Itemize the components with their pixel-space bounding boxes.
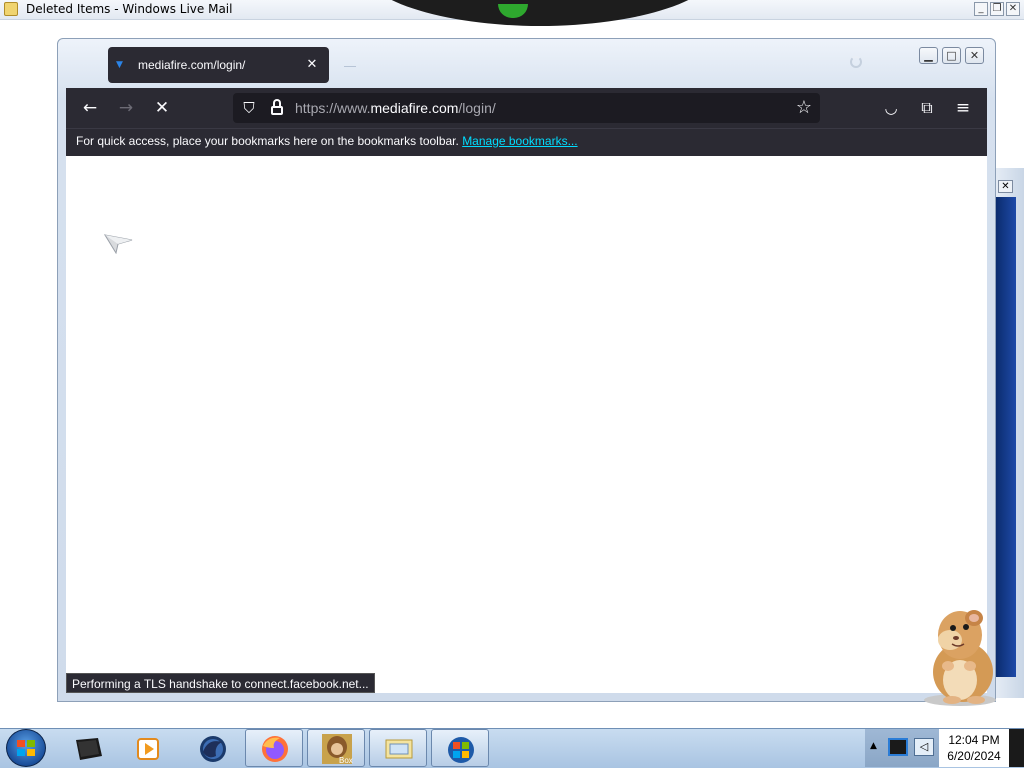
taskbar-bonzi-box[interactable]: Box	[307, 729, 365, 767]
url-prefix: https://www.	[295, 100, 371, 116]
forward-arrow-icon[interactable]: →	[112, 95, 140, 121]
terminal-icon	[76, 738, 102, 760]
media-player-icon	[137, 738, 159, 760]
mouse-cursor-icon	[104, 234, 133, 254]
minimize-icon[interactable]: _	[974, 2, 988, 16]
taskbar-windows[interactable]	[431, 729, 489, 767]
bookmark-star-icon[interactable]: ☆	[792, 96, 816, 120]
url-text[interactable]: https://www.mediafire.com/login/	[295, 100, 496, 116]
network-icon[interactable]	[888, 738, 908, 756]
clock[interactable]: 12:04 PM 6/20/2024	[939, 729, 1009, 767]
windows-live-mail-icon	[4, 2, 18, 16]
window-maximize-button[interactable]: □	[942, 47, 961, 64]
clock-date: 6/20/2024	[947, 749, 1001, 763]
back-arrow-icon[interactable]: ←	[76, 95, 104, 121]
pocket-icon[interactable]: ◡	[880, 96, 902, 120]
status-bar: Performing a TLS handshake to connect.fa…	[66, 673, 375, 693]
url-path: /login/	[458, 100, 496, 116]
url-host: mediafire.com	[370, 100, 459, 116]
mail-icon	[385, 739, 413, 759]
bookmarks-toolbar-message: For quick access, place your bookmarks h…	[76, 134, 578, 148]
hamburger-menu-icon[interactable]: ≡	[952, 96, 974, 120]
clock-time: 12:04 PM	[948, 733, 1000, 747]
close-icon[interactable]: ✕	[1006, 2, 1020, 16]
manage-bookmarks-link[interactable]: Manage bookmarks...	[462, 134, 577, 148]
tab-close-icon[interactable]: ✕	[304, 57, 320, 73]
taskbar-terminal[interactable]	[60, 729, 118, 767]
stop-loading-icon[interactable]: ✕	[148, 95, 176, 121]
taskbar-firefox-old[interactable]	[184, 729, 242, 767]
hamster-mascot[interactable]	[918, 600, 1008, 710]
show-desktop-button[interactable]	[1009, 729, 1024, 767]
bonzi-box-icon: Box	[322, 734, 353, 765]
firefox-old-icon	[200, 736, 226, 762]
page-content	[66, 156, 987, 693]
side-window-close-icon[interactable]: ✕	[998, 180, 1013, 193]
tab-title: mediafire.com/login/	[138, 58, 246, 72]
window-minimize-button[interactable]: ▁	[919, 47, 938, 64]
volume-icon[interactable]: ◁	[914, 738, 934, 756]
window-close-button[interactable]: ✕	[965, 47, 984, 64]
firefox-icon	[262, 736, 288, 762]
tracking-protection-shield-icon[interactable]: ⛉	[240, 98, 258, 118]
lock-body	[271, 106, 283, 115]
taskbar-mail[interactable]	[369, 729, 427, 767]
new-tab-placeholder[interactable]	[344, 66, 356, 67]
background-window-title: Deleted Items - Windows Live Mail	[26, 2, 233, 16]
extensions-puzzle-icon[interactable]: ⧉	[916, 96, 938, 120]
tray-expand-icon[interactable]: ▲	[870, 741, 877, 751]
taskbar-firefox[interactable]	[245, 729, 303, 767]
loading-spinner-icon	[850, 56, 862, 68]
bookmarks-hint-text: For quick access, place your bookmarks h…	[76, 134, 463, 148]
restore-icon[interactable]: ❐	[990, 2, 1004, 16]
windows-logo-icon	[17, 740, 35, 756]
tab-favicon-icon: ▼	[116, 60, 123, 70]
windows-orb-icon	[448, 737, 474, 763]
taskbar-media-player[interactable]	[120, 729, 178, 767]
svg-text:Box: Box	[339, 756, 353, 765]
